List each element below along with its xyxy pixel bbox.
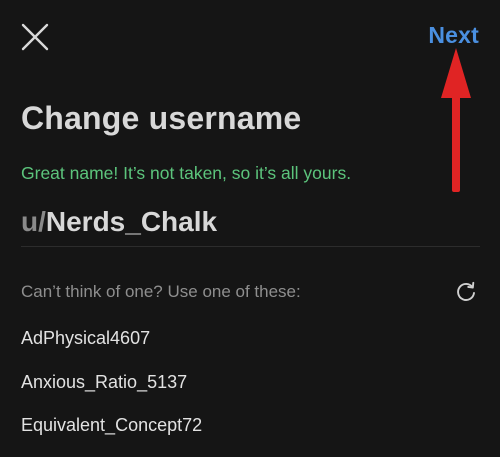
username-field-row: u/ <box>21 206 480 247</box>
availability-status: Great name! It’s not taken, so it’s all … <box>21 163 352 183</box>
suggestion-item[interactable]: Equivalent_Concept72 <box>21 415 202 436</box>
suggestions-label: Can’t think of one? Use one of these: <box>21 282 301 301</box>
refresh-suggestions-button[interactable] <box>455 281 477 303</box>
refresh-icon <box>457 281 475 301</box>
page-title: Change username <box>21 100 302 136</box>
change-username-screen: Next Change username Great name! It’s no… <box>0 0 500 457</box>
username-prefix: u/ <box>21 206 46 237</box>
username-input[interactable] <box>45 206 426 238</box>
close-icon <box>21 23 49 51</box>
suggestion-item[interactable]: Anxious_Ratio_5137 <box>21 372 187 393</box>
close-button[interactable] <box>20 22 50 52</box>
annotation-arrow-icon <box>441 48 471 192</box>
next-button[interactable]: Next <box>428 22 479 49</box>
suggestion-item[interactable]: AdPhysical4607 <box>21 328 150 349</box>
